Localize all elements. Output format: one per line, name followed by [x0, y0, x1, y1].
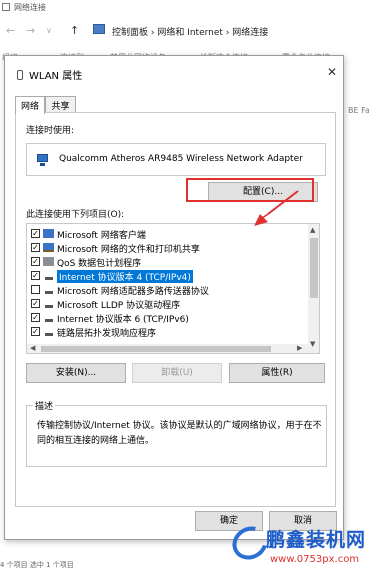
address-bar[interactable]: ← → ∨ ↑ 控制面板 › 网络和 Internet › 网络连接 — [0, 20, 369, 42]
protocol-icon — [45, 333, 53, 336]
watermark-logo: 鹏鑫装机网 www.0753px.com — [226, 520, 369, 571]
forward-arrow-icon[interactable]: → — [26, 24, 35, 37]
list-item[interactable]: Microsoft 网络适配器多路传送器协议 — [27, 283, 307, 297]
qos-icon — [43, 257, 54, 266]
checkbox[interactable]: ✓ — [31, 243, 40, 252]
items-label: 此连接使用下列项目(O): — [26, 210, 125, 220]
explorer-title: 网络连接 — [14, 3, 46, 12]
checkbox[interactable]: ✓ — [31, 229, 40, 238]
close-icon[interactable]: ✕ — [327, 65, 337, 79]
tab-sharing[interactable]: 共享 — [45, 96, 76, 113]
checkbox[interactable]: ✓ — [31, 299, 40, 308]
list-item[interactable]: ✓ Internet 协议版本 6 (TCP/IPv6) — [27, 311, 307, 325]
network-adapter-icon — [37, 154, 48, 166]
scroll-down-icon[interactable]: ▼ — [310, 340, 315, 348]
uninstall-button[interactable]: 卸载(U) — [132, 363, 222, 383]
list-item[interactable]: ✓ Microsoft LLDP 协议驱动程序 — [27, 297, 307, 311]
protocol-icon — [45, 277, 53, 280]
checkbox[interactable]: ✓ — [31, 327, 40, 336]
wlan-adapter-icon — [17, 70, 23, 80]
checkbox[interactable]: ✓ — [31, 257, 40, 266]
list-item-label: Internet 协议版本 6 (TCP/IPv6) — [57, 315, 189, 325]
list-item-label: Internet 协议版本 4 (TCP/IPv4) — [57, 270, 193, 283]
scroll-up-icon[interactable]: ▲ — [310, 226, 315, 234]
dialog-title: WLAN 属性 — [29, 71, 83, 82]
properties-button[interactable]: 属性(R) — [229, 363, 325, 383]
file-printer-sharing-icon — [43, 243, 54, 252]
wlan-properties-dialog: WLAN 属性 ✕ 网络 共享 连接时使用: Qualcomm Atheros … — [4, 55, 344, 540]
list-item-label: Microsoft LLDP 协议驱动程序 — [57, 301, 181, 311]
list-item[interactable]: ✓ Microsoft 网络的文件和打印机共享 — [27, 241, 307, 255]
description-group: 描述 传输控制协议/Internet 协议。该协议是默认的广域网络协议，用于在不… — [26, 399, 327, 467]
network-tab-panel: 连接时使用: Qualcomm Atheros AR9485 Wireless … — [15, 112, 336, 507]
connect-using-label: 连接时使用: — [26, 126, 75, 136]
description-title: 描述 — [33, 399, 56, 412]
adapter-box: Qualcomm Atheros AR9485 Wireless Network… — [26, 143, 326, 176]
checkbox[interactable] — [31, 285, 40, 294]
list-item[interactable]: ✓ Microsoft 网络客户端 — [27, 227, 307, 241]
explorer-titlebar: 网络连接 — [0, 0, 369, 16]
configure-highlight-box — [186, 178, 314, 202]
vertical-scrollbar[interactable]: ▲ ▼ — [308, 224, 319, 353]
checkbox[interactable]: ✓ — [31, 271, 40, 280]
scroll-left-icon[interactable]: ◀ — [30, 344, 35, 352]
adapter-name: Qualcomm Atheros AR9485 Wireless Network… — [59, 154, 303, 164]
watermark-brand: 鹏鑫装机网 — [266, 529, 367, 551]
control-panel-icon — [93, 24, 105, 34]
protocol-icon — [45, 291, 53, 294]
checkbox[interactable]: ✓ — [31, 313, 40, 322]
breadcrumb[interactable]: 控制面板 › 网络和 Internet › 网络连接 — [112, 25, 268, 38]
list-item[interactable]: ✓ 链路层拓扑发现响应程序 — [27, 325, 307, 337]
list-item[interactable]: ✓ QoS 数据包计划程序 — [27, 255, 307, 269]
install-button[interactable]: 安装(N)... — [26, 363, 126, 383]
description-text: 传输控制协议/Internet 协议。该协议是默认的广域网络协议，用于在不同的相… — [37, 421, 322, 446]
list-item-label: Microsoft 网络客户端 — [57, 231, 146, 241]
dialog-titlebar: WLAN 属性 — [17, 67, 82, 82]
back-arrow-icon[interactable]: ← — [6, 24, 15, 37]
list-item-label: 链路层拓扑发现响应程序 — [57, 329, 157, 337]
list-item-label: Microsoft 网络适配器多路传送器协议 — [57, 287, 209, 297]
explorer-status-bar: 4 个项目 选中 1 个项目 — [0, 561, 74, 569]
components-list[interactable]: ✓ Microsoft 网络客户端 ✓ Microsoft 网络的文件和打印机共… — [26, 223, 320, 354]
horizontal-scrollbar[interactable]: ◀ ▶ — [27, 344, 308, 353]
scroll-right-icon[interactable]: ▶ — [297, 344, 302, 352]
list-item-selected[interactable]: ✓ Internet 协议版本 4 (TCP/IPv4) — [27, 269, 307, 283]
scroll-thumb[interactable] — [310, 238, 318, 298]
network-folder-icon — [2, 3, 10, 11]
up-arrow-icon[interactable]: ↑ — [70, 24, 79, 37]
explorer-partial-text: BE Fa — [348, 106, 369, 115]
network-client-icon — [43, 229, 54, 238]
protocol-icon — [45, 305, 53, 308]
tab-network[interactable]: 网络 — [15, 96, 45, 114]
protocol-icon — [45, 319, 53, 322]
history-chevron-icon[interactable]: ∨ — [46, 26, 52, 35]
list-item-label: QoS 数据包计划程序 — [57, 259, 142, 269]
watermark-url: www.0753px.com — [270, 554, 360, 565]
list-item-label: Microsoft 网络的文件和打印机共享 — [57, 245, 200, 255]
scroll-thumb[interactable] — [41, 346, 271, 352]
